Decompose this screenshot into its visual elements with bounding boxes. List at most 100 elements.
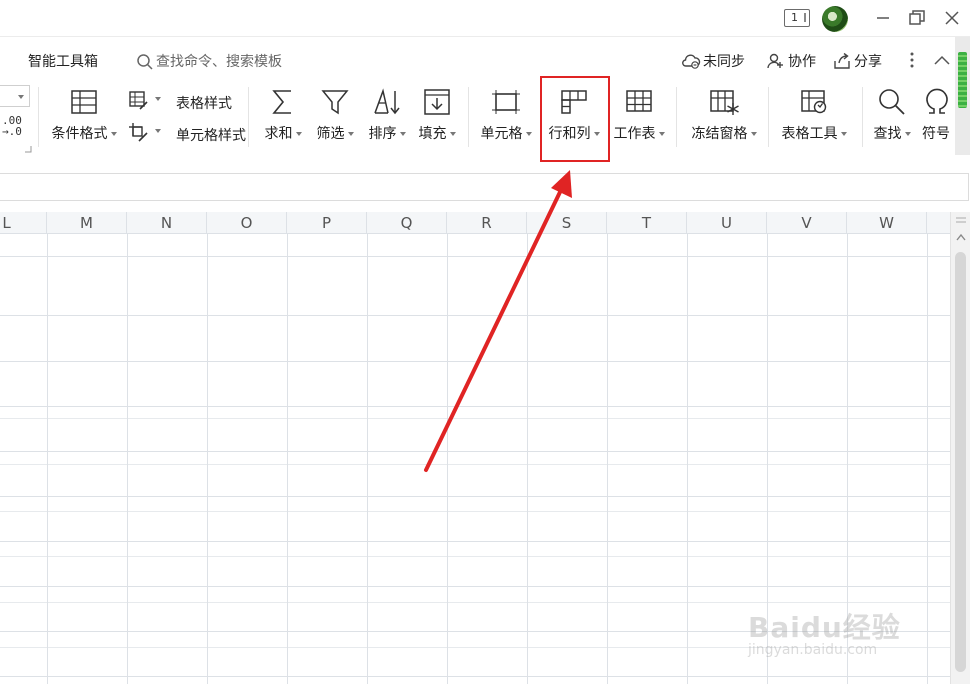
grid-row-line — [0, 556, 950, 557]
grid-row-line — [0, 676, 950, 677]
conditional-format-label: 条件格式 — [51, 126, 108, 142]
freeze-panes-button[interactable]: 冻结窗格 — [684, 87, 764, 151]
grid-column-line — [47, 234, 48, 684]
filter-funnel-icon — [321, 90, 349, 115]
grid-column-line — [607, 234, 608, 684]
column-header[interactable]: T — [607, 212, 687, 234]
column-header[interactable]: U — [687, 212, 767, 234]
grid-row-line — [0, 464, 950, 465]
watermark-sub: jingyan.baidu.com — [748, 642, 878, 658]
toolbar-separator — [676, 87, 677, 147]
column-header[interactable]: N — [127, 212, 207, 234]
worksheet-label: 工作表 — [613, 126, 656, 142]
grid-column-line — [127, 234, 128, 684]
symbol-button[interactable]: 符号 — [918, 87, 956, 151]
table-tools-icon — [801, 90, 827, 114]
watermark-main: Baidu经验 — [748, 611, 901, 644]
baidu-watermark: Baidu经验 jingyan.baidu.com — [748, 606, 958, 666]
grid-column-line — [527, 234, 528, 684]
grid-row-line — [0, 406, 950, 407]
sort-button[interactable]: 排序 — [362, 87, 412, 151]
table-tools-button[interactable]: 表格工具 — [774, 87, 854, 151]
grid-column-line — [207, 234, 208, 684]
column-header[interactable]: Q — [367, 212, 447, 234]
collaborate-label: 协作 — [788, 54, 816, 70]
column-header[interactable]: P — [287, 212, 367, 234]
font-size-dropdown[interactable] — [0, 85, 30, 107]
freeze-panes-label: 冻结窗格 — [691, 126, 748, 142]
cloud-sync-icon — [682, 54, 701, 69]
sum-sigma-icon — [272, 90, 291, 114]
table-style-label: 表格样式 — [176, 96, 232, 112]
fill-label: 填充 — [418, 126, 447, 142]
column-header[interactable]: M — [47, 212, 127, 234]
column-header[interactable]: O — [207, 212, 287, 234]
column-header[interactable]: L — [0, 212, 47, 234]
cell-style-label: 单元格样式 — [176, 128, 246, 144]
more-vertical-icon — [910, 52, 914, 68]
restore-button[interactable] — [905, 6, 929, 30]
tab-smart-toolbox[interactable]: 智能工具箱 — [28, 51, 98, 71]
scroll-lines-icon — [956, 217, 966, 223]
grid-row-line — [0, 418, 950, 419]
ribbon-scroll-thumb[interactable] — [958, 52, 967, 108]
title-bar: 1 — [0, 0, 970, 37]
sum-button[interactable]: 求和 — [258, 87, 308, 151]
table-style-button[interactable]: 表格样式 — [128, 89, 232, 112]
minimize-icon — [877, 17, 889, 19]
ribbon-tab-row: 智能工具箱 查找命令、搜索模板 未同步 协作 分享 — [0, 37, 970, 81]
share-label: 分享 — [854, 54, 882, 70]
fill-down-icon — [424, 89, 450, 115]
worksheet-button[interactable]: 工作表 — [608, 87, 670, 151]
chevron-up-icon — [934, 55, 950, 65]
filter-label: 筛选 — [316, 126, 345, 142]
omega-symbol-icon — [926, 88, 948, 114]
sort-icon — [374, 88, 400, 115]
sum-label: 求和 — [264, 126, 293, 142]
decrease-decimal-icon[interactable]: .00 →.0 — [2, 115, 22, 137]
search-placeholder: 查找命令、搜索模板 — [156, 54, 282, 70]
chevron-up-icon[interactable] — [955, 232, 967, 242]
cell-icon — [492, 90, 520, 114]
grid-column-line — [287, 234, 288, 684]
window-count-badge[interactable]: 1 — [784, 9, 810, 27]
cell-style-icon — [129, 123, 148, 142]
table-tools-label: 表格工具 — [781, 126, 838, 142]
cell-label: 单元格 — [480, 126, 523, 142]
grid-row-line — [0, 496, 950, 497]
grid-column-line — [447, 234, 448, 684]
column-header[interactable]: S — [527, 212, 607, 234]
find-magnifier-icon — [879, 89, 905, 115]
toolbar-separator — [38, 87, 39, 147]
column-header[interactable]: R — [447, 212, 527, 234]
collapse-ribbon-button[interactable] — [932, 52, 952, 71]
symbol-label: 符号 — [922, 126, 950, 142]
close-button[interactable] — [940, 6, 964, 30]
toolbar-separator — [768, 87, 769, 147]
conditional-format-icon — [71, 90, 97, 114]
filter-button[interactable]: 筛选 — [310, 87, 360, 151]
column-header[interactable]: V — [767, 212, 847, 234]
grid-column-line — [687, 234, 688, 684]
column-header[interactable]: W — [847, 212, 927, 234]
cell-button[interactable]: 单元格 — [474, 87, 538, 151]
collaborate-icon — [767, 53, 783, 69]
minimize-button[interactable] — [871, 6, 895, 30]
grid-row-line — [0, 451, 950, 452]
conditional-format-button[interactable]: 条件格式 — [46, 87, 122, 151]
toolbar-separator — [468, 87, 469, 147]
cell-style-button[interactable]: 单元格样式 — [128, 121, 246, 144]
restore-icon — [909, 10, 925, 25]
user-avatar[interactable] — [822, 6, 848, 32]
window-count: 1 — [791, 11, 798, 24]
fill-button[interactable]: 填充 — [412, 87, 462, 151]
more-options-button[interactable] — [906, 49, 918, 71]
formula-bar-input[interactable] — [0, 173, 969, 201]
find-label: 查找 — [873, 126, 902, 142]
find-button[interactable]: 查找 — [866, 87, 918, 151]
column-header-row: L M N O P Q R S T U V W — [0, 212, 950, 234]
table-style-icon — [129, 91, 148, 110]
grid-row-line — [0, 256, 950, 257]
dialog-launcher-icon[interactable] — [24, 145, 32, 153]
close-icon — [945, 11, 959, 25]
